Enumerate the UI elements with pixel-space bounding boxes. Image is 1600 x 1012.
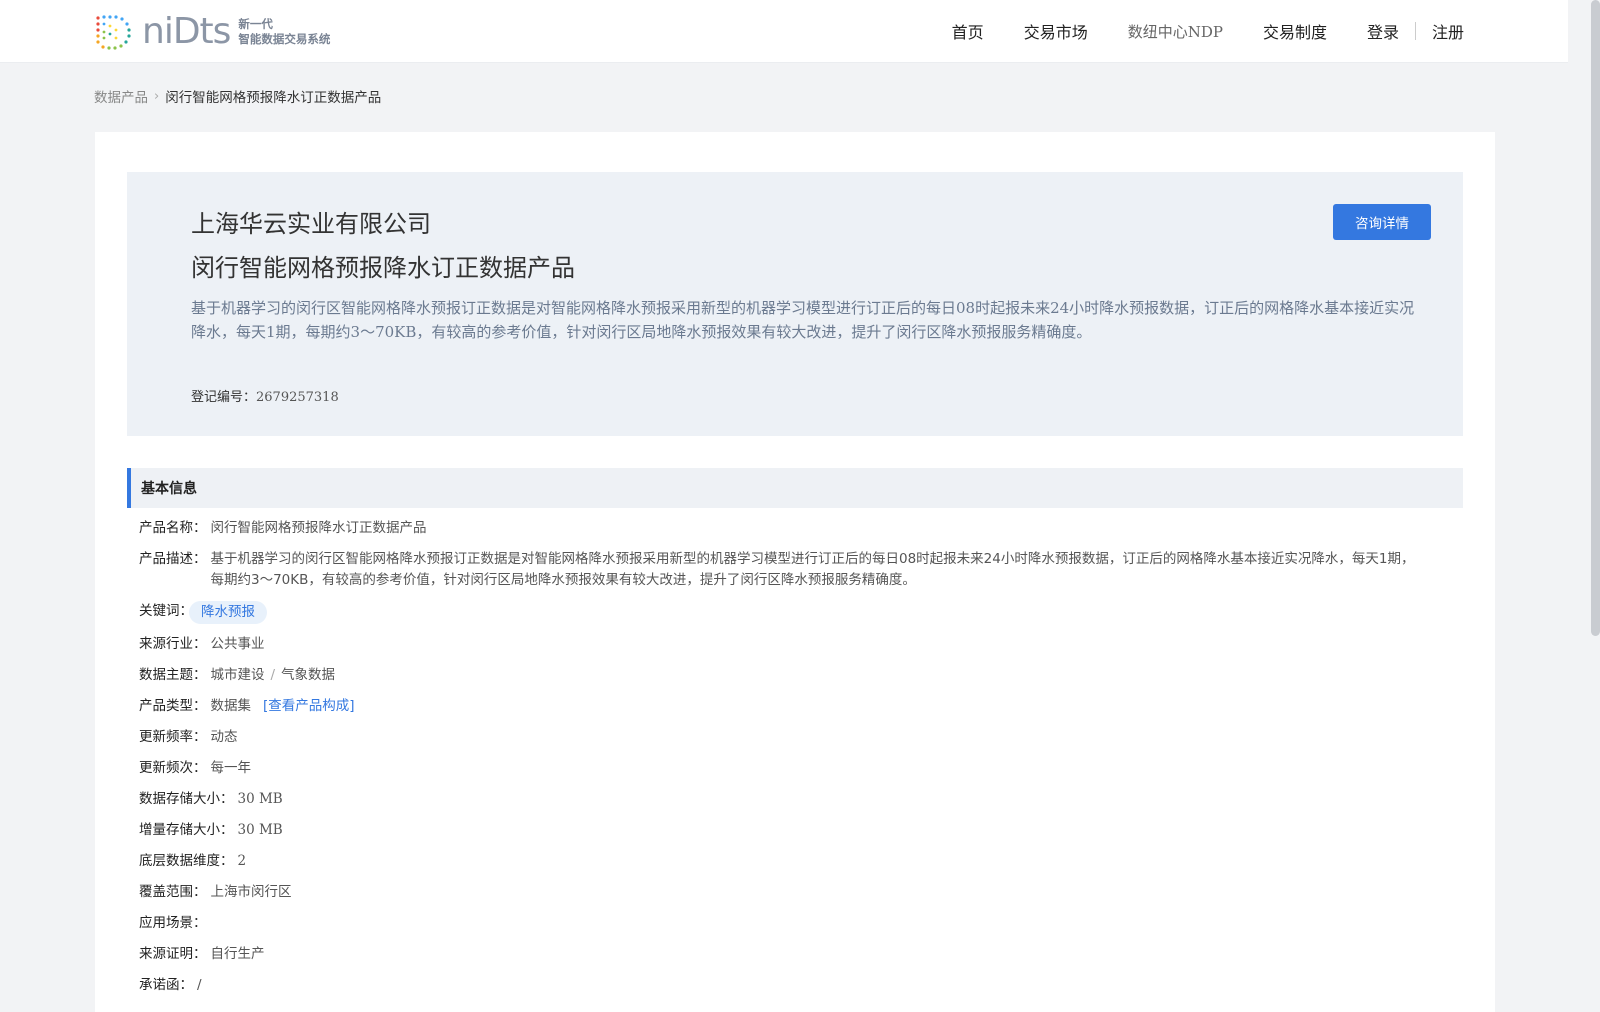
info-value: 30 MB (237, 822, 283, 838)
info-row-product-desc: 产品描述： 基于机器学习的闵行区智能网格降水预报订正数据是对智能网格降水预报采用… (139, 549, 1463, 591)
info-row-frequency: 更新频率： 动态 (139, 727, 1463, 748)
info-label: 增量存储大小： (139, 822, 234, 838)
page-scrollbar-thumb[interactable] (1591, 0, 1600, 636)
info-label: 关键词： (139, 603, 193, 619)
product-summary: 基于机器学习的闵行区智能网格降水预报订正数据是对智能网格降水预报采用新型的机器学… (191, 299, 1415, 341)
breadcrumb: 数据产品 › 闵行智能网格预报降水订正数据产品 (94, 86, 382, 107)
info-row-scenario: 应用场景： (139, 913, 1463, 934)
info-label: 数据存储大小： (139, 791, 234, 807)
auth-divider (1414, 22, 1416, 40)
info-label: 数据主题： (139, 667, 207, 683)
basic-info-section: 基本信息 产品名称： 闵行智能网格预报降水订正数据产品 产品描述： 基于机器学习… (127, 468, 1463, 1006)
site-logo[interactable]: niDts 新一代 智能数据交易系统 (94, 12, 330, 52)
info-value: 2 (237, 853, 247, 869)
info-label: 更新频次： (139, 760, 207, 776)
nav-trading-rules[interactable]: 交易制度 (1263, 19, 1327, 43)
keyword-tag[interactable]: 降水预报 (189, 601, 267, 624)
info-value: 基于机器学习的闵行区智能网格降水预报订正数据是对智能网格降水预报采用新型的机器学… (210, 551, 1415, 588)
consult-details-button[interactable]: 咨询详情 (1333, 204, 1431, 240)
info-label: 更新频率： (139, 729, 207, 745)
info-label: 产品类型： (139, 698, 207, 714)
logo-subtitle: 新一代 智能数据交易系统 (238, 17, 330, 47)
logo-d-mark-icon (96, 15, 131, 50)
info-value: 上海市闵行区 (210, 884, 292, 900)
theme-separator: / (270, 667, 276, 683)
info-row-type: 产品类型： 数据集 [查看产品构成] (139, 696, 1463, 717)
info-value: 30 MB (237, 791, 283, 807)
info-value: 公共事业 (210, 636, 265, 652)
registration-label: 登记编号： (191, 390, 257, 405)
info-value: / (197, 977, 202, 993)
info-row-source-proof: 来源证明： 自行生产 (139, 944, 1463, 965)
logo-subtitle-line-2: 智能数据交易系统 (238, 32, 331, 46)
nav-home[interactable]: 首页 (952, 19, 984, 43)
info-value: 数据集 [查看产品构成] (211, 696, 355, 717)
info-value: 城市建设 / 气象数据 (211, 665, 336, 686)
info-value: 动态 (210, 729, 238, 745)
auth-links: 登录 注册 (1367, 19, 1464, 43)
info-row-storage: 数据存储大小： 30 MB (139, 789, 1463, 810)
info-row-commitment: 承诺函： / (139, 975, 1463, 996)
nav-ndp-center[interactable]: 数纽中心NDP (1128, 21, 1223, 42)
logo-subtitle-line-1: 新一代 (238, 17, 273, 31)
basic-info-heading: 基本信息 (127, 468, 1463, 508)
info-label: 来源证明： (139, 946, 207, 962)
company-name: 上海华云实业有限公司 (191, 210, 431, 238)
info-row-theme: 数据主题： 城市建设 / 气象数据 (139, 665, 1463, 686)
info-label: 产品名称： (139, 520, 207, 536)
info-row-update-times: 更新频次： 每一年 (139, 758, 1463, 779)
info-value: 自行生产 (210, 946, 265, 962)
theme-primary: 城市建设 (210, 667, 265, 683)
product-type: 数据集 (210, 698, 252, 714)
main-nav: 首页 交易市场 数纽中心NDP 交易制度 登录 注册 (912, 0, 1464, 62)
info-row-coverage: 覆盖范围： 上海市闵行区 (139, 882, 1463, 903)
registration-value: 2679257318 (256, 390, 339, 405)
page-scrollbar[interactable] (1568, 0, 1600, 1000)
registration-number: 登记编号：2679257318 (191, 386, 339, 405)
info-label: 产品描述： (139, 551, 207, 567)
info-row-product-name: 产品名称： 闵行智能网格预报降水订正数据产品 (139, 518, 1463, 539)
breadcrumb-current: 闵行智能网格预报降水订正数据产品 (165, 90, 382, 106)
info-row-keywords: 关键词： 降水预报 (139, 601, 1463, 624)
product-detail-card: 上海华云实业有限公司 闵行智能网格预报降水订正数据产品 基于机器学习的闵行区智能… (95, 132, 1495, 1012)
info-row-industry: 来源行业： 公共事业 (139, 634, 1463, 655)
product-title: 闵行智能网格预报降水订正数据产品 (191, 254, 575, 282)
top-navigation-bar: niDts 新一代 智能数据交易系统 首页 交易市场 数纽中心NDP 交易制度 … (0, 0, 1568, 63)
logo-wordmark: niDts (142, 11, 231, 52)
info-label: 应用场景： (139, 915, 207, 931)
register-link[interactable]: 注册 (1432, 19, 1464, 43)
basic-info-list: 产品名称： 闵行智能网格预报降水订正数据产品 产品描述： 基于机器学习的闵行区智… (127, 508, 1463, 996)
chevron-right-icon: › (154, 88, 160, 104)
info-label: 承诺函： (139, 977, 193, 993)
info-row-dimension: 底层数据维度： 2 (139, 851, 1463, 872)
breadcrumb-data-products[interactable]: 数据产品 (94, 86, 148, 106)
view-product-composition-link[interactable]: [查看产品构成] (263, 698, 355, 714)
theme-secondary: 气象数据 (281, 667, 336, 683)
info-label: 来源行业： (139, 636, 207, 652)
info-value: 闵行智能网格预报降水订正数据产品 (210, 520, 427, 536)
info-label: 覆盖范围： (139, 884, 207, 900)
product-hero: 上海华云实业有限公司 闵行智能网格预报降水订正数据产品 基于机器学习的闵行区智能… (127, 172, 1463, 436)
info-row-incremental-storage: 增量存储大小： 30 MB (139, 820, 1463, 841)
info-label: 底层数据维度： (139, 853, 234, 869)
login-link[interactable]: 登录 (1367, 19, 1399, 43)
info-value: 每一年 (210, 760, 252, 776)
nav-market[interactable]: 交易市场 (1024, 19, 1088, 43)
